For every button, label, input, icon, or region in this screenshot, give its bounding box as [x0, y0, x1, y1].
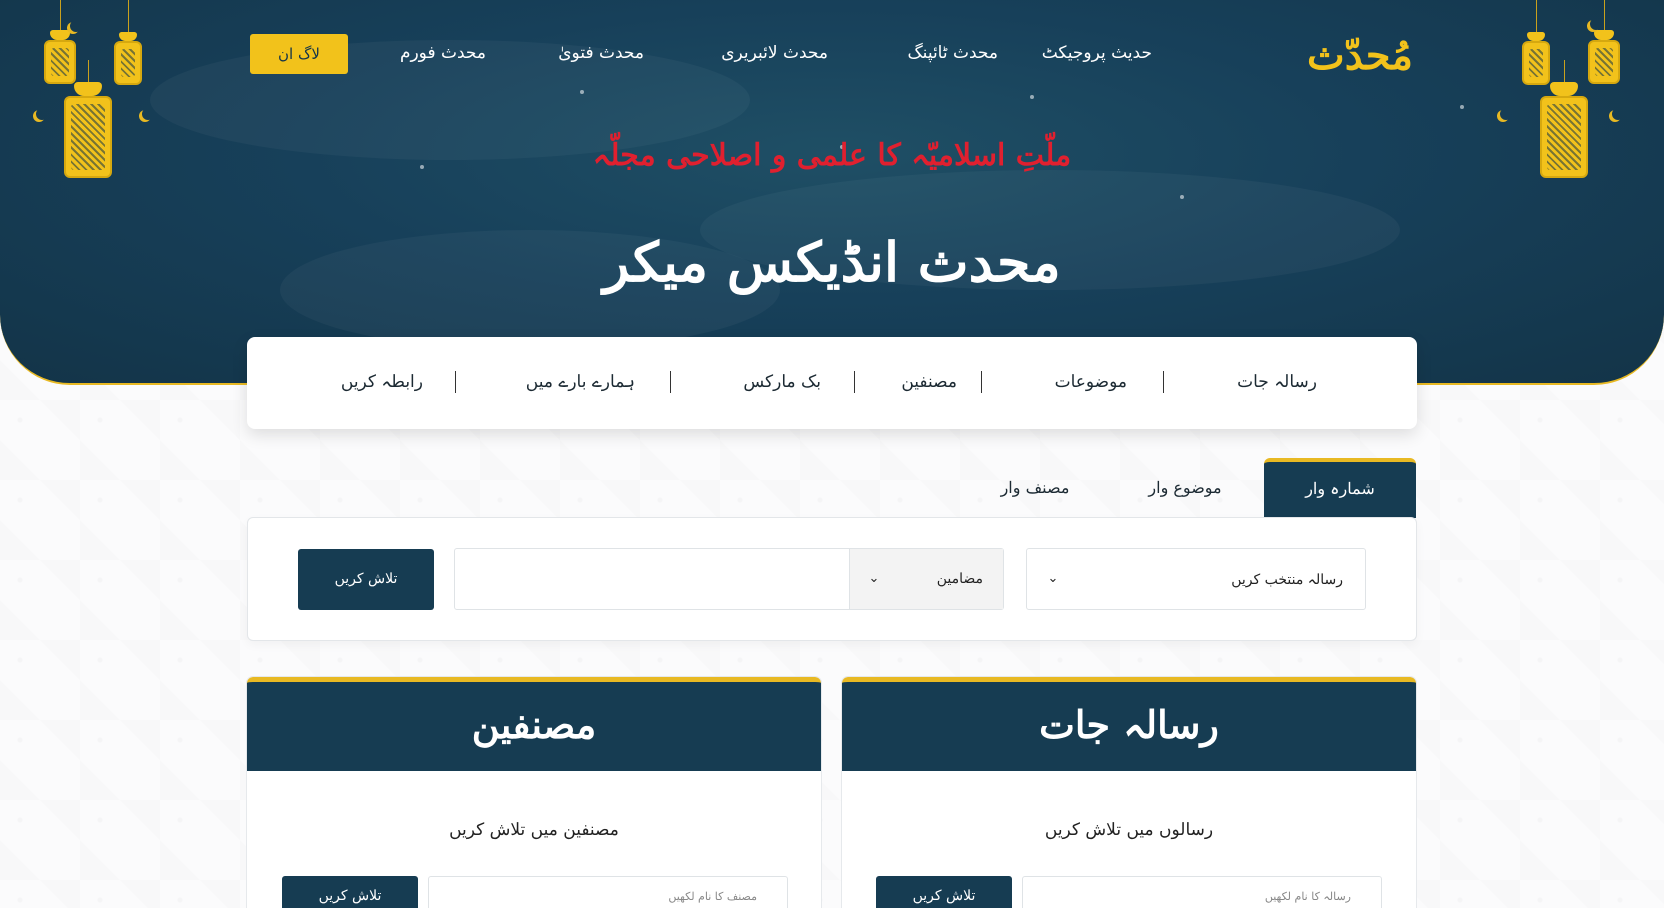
page-title: محدث انڈیکس میکر — [603, 230, 1061, 294]
hero-banner: مُحدّث حدیث پروجیکٹ محدث ٹائپنگ محدث لائ… — [0, 0, 1664, 385]
menu-divider — [1163, 371, 1164, 393]
crescent-moon-icon — [1500, 108, 1512, 120]
section-menu: رسالہ جات موضوعات مصنفین بک مارکس ہمارے … — [247, 337, 1417, 429]
tab-topic-wise[interactable]: موضوع وار — [1110, 458, 1260, 518]
crescent-moon-icon — [1612, 108, 1624, 120]
star-dot — [1460, 105, 1464, 109]
content-type-select[interactable]: مضامین ⌄ — [849, 549, 1003, 609]
star-dot — [1030, 95, 1034, 99]
authors-search-button[interactable]: تلاش کریں — [282, 876, 418, 908]
nav-item-hadith-project[interactable]: حدیث پروجیکٹ — [1028, 36, 1152, 70]
crescent-moon-icon — [36, 108, 48, 120]
login-button[interactable]: لاگ ان — [250, 34, 348, 74]
nav-item-muhaddis-typing[interactable]: محدث ٹائپنگ — [858, 36, 998, 70]
star-dot — [1180, 195, 1184, 199]
magazine-select-value: رسالہ منتخب کریں — [1231, 572, 1343, 588]
magazine-name-input[interactable]: رسالہ کا نام لکھیں — [1022, 876, 1382, 908]
chevron-down-icon: ⌄ — [868, 571, 880, 586]
authors-card-title: مصنفین — [247, 677, 821, 771]
star-dot — [580, 90, 584, 94]
hero-subtitle: ملّتِ اسلامیّہ کا علمی و اصلاحی مجلّہ — [592, 138, 1072, 173]
search-input[interactable]: مضامین ⌄ — [454, 548, 1004, 610]
magazines-search-hint: رسالوں میں تلاش کریں — [1044, 820, 1214, 840]
tab-issue-wise[interactable]: شمارہ وار — [1264, 458, 1416, 518]
search-button[interactable]: تلاش کریں — [298, 549, 434, 610]
menu-item-about-us[interactable]: ہمارے بارے میں — [495, 367, 635, 397]
authors-card: مصنفین — [247, 677, 821, 908]
menu-item-topics[interactable]: موضوعات — [1017, 367, 1127, 397]
menu-divider — [455, 371, 456, 393]
menu-item-authors[interactable]: مصنفین — [887, 367, 957, 397]
crescent-moon-icon — [70, 20, 82, 32]
menu-divider — [854, 371, 855, 393]
magazine-select[interactable]: رسالہ منتخب کریں ⌄ — [1026, 548, 1366, 610]
chevron-down-icon: ⌄ — [1047, 571, 1059, 586]
menu-item-contact[interactable]: رابطہ کریں — [333, 367, 423, 397]
nav-item-muhaddis-library[interactable]: محدث لائبریری — [674, 36, 828, 70]
menu-item-magazines[interactable]: رسالہ جات — [1197, 367, 1317, 397]
menu-item-bookmarks[interactable]: بک مارکس — [711, 367, 821, 397]
crescent-moon-icon — [1590, 18, 1602, 30]
nav-item-muhaddis-forum[interactable]: محدث فورم — [378, 36, 486, 70]
menu-divider — [981, 371, 982, 393]
nav-item-muhaddis-fatwa[interactable]: محدث فتویٰ — [514, 36, 644, 70]
magazines-card: رسالہ جات — [842, 677, 1416, 908]
tab-author-wise[interactable]: مصنف وار — [960, 458, 1110, 518]
content-type-value: مضامین — [936, 571, 983, 587]
site-logo[interactable]: مُحدّث — [1300, 26, 1420, 86]
search-panel: رسالہ منتخب کریں ⌄ مضامین ⌄ تلاش کریں — [247, 517, 1417, 641]
crescent-moon-icon — [142, 108, 154, 120]
magazines-search-button[interactable]: تلاش کریں — [876, 876, 1012, 908]
magazines-card-title: رسالہ جات — [842, 677, 1416, 771]
author-name-input[interactable]: مصنف کا نام لکھیں — [428, 876, 788, 908]
authors-search-hint: مصنفین میں تلاش کریں — [449, 820, 619, 840]
menu-divider — [670, 371, 671, 393]
